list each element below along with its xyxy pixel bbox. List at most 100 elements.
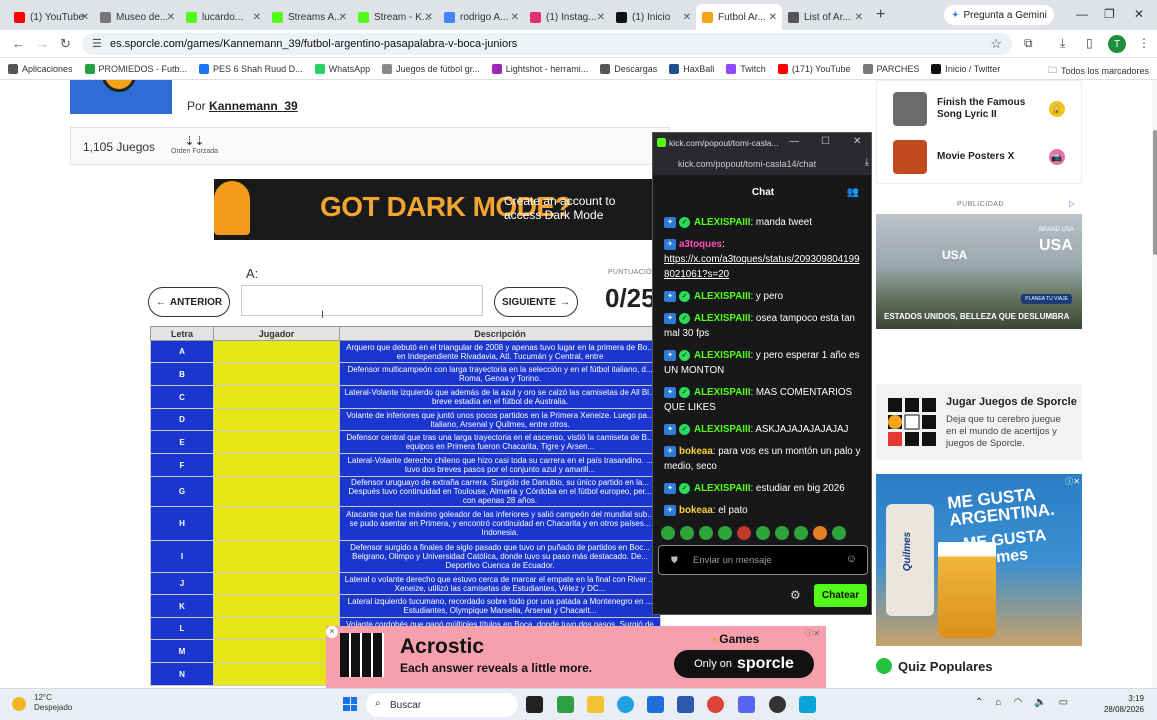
browser-tab[interactable]: (1) YouTube ✕ bbox=[8, 4, 94, 30]
send-chat-button[interactable]: Chatear bbox=[814, 584, 867, 607]
author-link[interactable]: Kannemann_39 bbox=[209, 99, 298, 113]
bookmark-item[interactable]: PES 6 Shah Ruud D... bbox=[199, 63, 303, 74]
bookmark-item[interactable]: WhatsApp bbox=[314, 63, 370, 74]
browser-tab[interactable]: (1) Inicio ✕ bbox=[610, 4, 696, 30]
browser-tab[interactable]: rodrigo A... ✕ bbox=[438, 4, 524, 30]
tab-close-icon[interactable]: ✕ bbox=[81, 12, 89, 23]
chat-message-input[interactable]: ⛊ Enviar un mensaje ☺ bbox=[658, 545, 868, 575]
chat-username[interactable]: ALEXISPAIII bbox=[694, 350, 750, 361]
xbox-app-icon[interactable] bbox=[557, 696, 574, 713]
battery-icon[interactable]: ▭ bbox=[1059, 697, 1068, 708]
bookmark-item[interactable]: Descargas bbox=[600, 63, 657, 74]
browser-tab[interactable]: Streams A... ✕ bbox=[266, 4, 352, 30]
emote-icon[interactable] bbox=[756, 526, 770, 540]
chat-link[interactable]: https://x.com/a3toques/status/2093098041… bbox=[664, 254, 860, 280]
emoji-icon[interactable]: ☺ bbox=[846, 553, 857, 565]
chat-users-icon[interactable]: 👥 bbox=[847, 187, 859, 198]
browser-tab[interactable]: Stream - K... ✕ bbox=[352, 4, 438, 30]
bookmark-item[interactable]: Lightshot - herrami... bbox=[491, 63, 588, 74]
minimize-icon[interactable]: — bbox=[1076, 7, 1088, 21]
bookmark-item[interactable]: Aplicaciones bbox=[8, 63, 73, 74]
emote-icon[interactable] bbox=[832, 526, 846, 540]
file-explorer-icon[interactable] bbox=[587, 696, 604, 713]
bookmark-item[interactable]: Twitch bbox=[726, 63, 766, 74]
tab-close-icon[interactable]: ✕ bbox=[253, 12, 261, 23]
related-quiz-item[interactable]: Finish the Famous Song Lyric II 🔒 bbox=[893, 91, 1083, 127]
new-tab-icon[interactable]: + bbox=[876, 6, 885, 24]
bookmark-item[interactable]: HaxBall bbox=[669, 63, 714, 74]
volume-icon[interactable]: 🔈 bbox=[1034, 697, 1046, 708]
windows-start-icon[interactable] bbox=[343, 697, 357, 711]
reload-icon[interactable]: ↻ bbox=[60, 36, 71, 52]
popout-download-icon[interactable]: ⤓ bbox=[865, 157, 869, 168]
maximize-icon[interactable]: ❐ bbox=[1104, 7, 1115, 21]
bookmark-item[interactable]: Juegos de fútbol gr... bbox=[382, 63, 480, 74]
tab-close-icon[interactable]: ✕ bbox=[769, 12, 777, 23]
tray-chevron-icon[interactable]: ⌃ bbox=[975, 697, 983, 708]
usa-ad-button[interactable]: PLANEA TU VIAJE bbox=[1021, 294, 1072, 304]
chat-username[interactable]: ALEXISPAIII bbox=[694, 483, 750, 494]
profile-avatar[interactable]: T bbox=[1108, 35, 1126, 53]
gemini-button[interactable]: ✦ Pregunta a Gemini bbox=[944, 5, 1054, 25]
emote-icon[interactable] bbox=[661, 526, 675, 540]
edge-icon[interactable] bbox=[617, 696, 634, 713]
chat-username[interactable]: ALEXISPAIII bbox=[694, 424, 750, 435]
browser-tab[interactable]: (1) Instag... ✕ bbox=[524, 4, 610, 30]
chrome-icon[interactable] bbox=[707, 696, 724, 713]
all-bookmarks[interactable]: 🗀 Todos los marcadores bbox=[1048, 63, 1149, 79]
previous-button[interactable]: ← ANTERIOR bbox=[148, 287, 230, 317]
scrollbar-thumb[interactable] bbox=[1153, 130, 1157, 255]
acrostic-ad[interactable]: Acrostic Each answer reveals a little mo… bbox=[326, 626, 826, 688]
chat-username[interactable]: ALEXISPAIII bbox=[694, 313, 750, 324]
bookmark-item[interactable]: PARCHES bbox=[862, 63, 919, 74]
page-scrollbar[interactable] bbox=[1152, 80, 1157, 688]
tab-close-icon[interactable]: ✕ bbox=[597, 12, 605, 23]
browser-tab[interactable]: lucardo... ✕ bbox=[180, 4, 266, 30]
emote-icon[interactable] bbox=[794, 526, 808, 540]
taskbar-clock[interactable]: 3:19 28/08/2026 bbox=[1090, 693, 1144, 715]
sidepanel-icon[interactable]: ▯ bbox=[1086, 36, 1093, 50]
adchoices-icon[interactable]: ▷ bbox=[1069, 199, 1075, 208]
tab-close-icon[interactable]: ✕ bbox=[855, 12, 863, 23]
emote-icon[interactable] bbox=[699, 526, 713, 540]
emote-icon[interactable] bbox=[737, 526, 751, 540]
related-quiz-item[interactable]: Movie Posters X 📷 bbox=[893, 139, 1083, 175]
bookmark-star-icon[interactable]: ☆ bbox=[990, 36, 1002, 52]
bookmark-item[interactable]: (171) YouTube bbox=[777, 63, 851, 74]
browser-tab[interactable]: Futbol Ar... ✕ bbox=[696, 4, 782, 30]
kick-chat-popout-window[interactable]: kick.com/popout/tomi-casla... — ☐ ✕ kick… bbox=[652, 132, 872, 615]
dark-mode-banner[interactable]: GOT DARK MODE? Create an account to acces… bbox=[214, 179, 654, 240]
emote-icon[interactable] bbox=[813, 526, 827, 540]
address-bar[interactable]: ☰ es.sporcle.com/games/Kannemann_39/futb… bbox=[82, 33, 1012, 55]
ad-close-icon[interactable]: ⓘ✕ bbox=[1065, 476, 1080, 487]
back-icon[interactable]: ← bbox=[12, 36, 25, 51]
app-icon[interactable] bbox=[799, 696, 816, 713]
mail-icon[interactable] bbox=[647, 696, 664, 713]
chat-settings-gear-icon[interactable]: ⚙ bbox=[790, 588, 801, 602]
network-icon[interactable]: ⌂ bbox=[995, 697, 1001, 708]
quilmes-ad[interactable]: ME GUSTA ARGENTINA. ME GUSTA Quilmes Qui… bbox=[876, 474, 1082, 646]
task-view-icon[interactable] bbox=[526, 696, 543, 713]
bookmark-item[interactable]: PROMIEDOS - Futb... bbox=[84, 63, 187, 74]
popout-maximize-icon[interactable]: ☐ bbox=[821, 136, 830, 147]
discord-icon[interactable] bbox=[738, 696, 755, 713]
ad-info-icon[interactable]: ⓘ✕ bbox=[805, 628, 820, 639]
popout-close-icon[interactable]: ✕ bbox=[853, 136, 861, 147]
browser-tab[interactable]: List of Ar... ✕ bbox=[782, 4, 868, 30]
chat-username[interactable]: ALEXISPAIII bbox=[694, 291, 750, 302]
chat-username[interactable]: bokeaa bbox=[679, 505, 713, 516]
menu-icon[interactable]: ⋮ bbox=[1138, 36, 1150, 50]
download-icon[interactable]: ⤓ bbox=[1060, 36, 1065, 51]
answer-input[interactable] bbox=[241, 285, 483, 316]
close-window-icon[interactable]: ✕ bbox=[1134, 7, 1144, 21]
tab-close-icon[interactable]: ✕ bbox=[167, 12, 175, 23]
emote-icon[interactable] bbox=[718, 526, 732, 540]
bookmark-item[interactable]: Inicio / Twitter bbox=[931, 63, 1000, 74]
word-icon[interactable] bbox=[677, 696, 694, 713]
emote-icon[interactable] bbox=[775, 526, 789, 540]
play-sporcle-card[interactable]: Jugar Juegos de Sporcle Deja que tu cere… bbox=[876, 384, 1082, 460]
emote-icon[interactable] bbox=[680, 526, 694, 540]
browser-tab[interactable]: Museo de... ✕ bbox=[94, 4, 180, 30]
chat-username[interactable]: bokeaa bbox=[679, 446, 713, 457]
chat-username[interactable]: ALEXISPAIII bbox=[694, 217, 750, 228]
